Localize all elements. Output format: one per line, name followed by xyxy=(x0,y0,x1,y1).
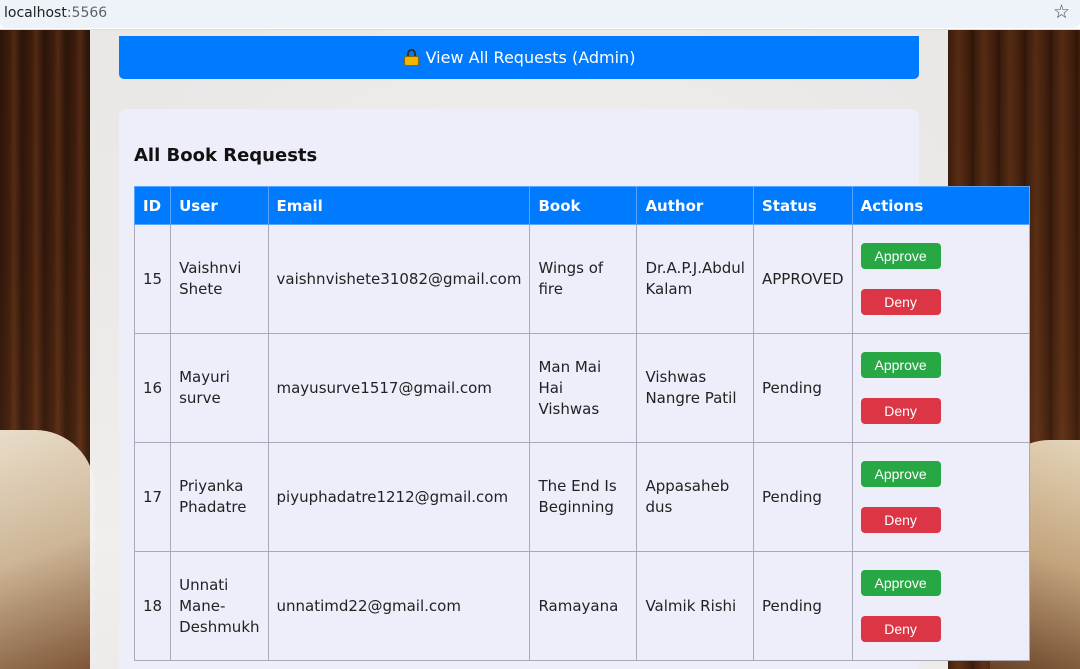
view-all-requests-label: View All Requests (Admin) xyxy=(425,48,636,67)
deny-button[interactable]: Deny xyxy=(860,507,941,533)
cell-book: The End Is Beginning xyxy=(529,442,638,552)
cell-actions: Approve Deny xyxy=(851,333,1030,443)
header-author: Author xyxy=(636,186,754,225)
approve-button[interactable]: Approve xyxy=(860,352,941,378)
cell-email: mayusurve1517@gmail.com xyxy=(267,333,531,443)
header-status: Status xyxy=(752,186,853,225)
url-text[interactable]: localhost:5566 xyxy=(4,5,107,21)
browser-bar: localhost:5566 ☆ xyxy=(0,0,1080,30)
cell-email: piyuphadatre1212@gmail.com xyxy=(267,442,531,552)
requests-table: ID User Email Book Author Status Actions… xyxy=(133,186,1030,661)
cell-book: Man Mai Hai Vishwas xyxy=(529,333,638,443)
cell-author: Vishwas Nangre Patil xyxy=(636,333,754,443)
cell-user: Unnati Mane-Deshmukh xyxy=(170,551,269,661)
header-actions: Actions xyxy=(851,186,1030,225)
cell-id: 16 xyxy=(133,333,172,443)
view-all-requests-button[interactable]: View All Requests (Admin) xyxy=(119,36,919,79)
table-header-row: ID User Email Book Author Status Actions xyxy=(133,186,1030,225)
header-user: User xyxy=(170,186,269,225)
cell-actions: Approve Deny xyxy=(851,551,1030,661)
cell-user: Priyanka Phadatre xyxy=(170,442,269,552)
cell-book: Wings of fire xyxy=(529,224,638,334)
cell-author: Dr.A.P.J.Abdul Kalam xyxy=(636,224,754,334)
cell-book: Ramayana xyxy=(529,551,638,661)
deny-button[interactable]: Deny xyxy=(860,616,941,642)
header-book: Book xyxy=(529,186,638,225)
deny-button[interactable]: Deny xyxy=(860,289,941,315)
cell-actions: Approve Deny xyxy=(851,442,1030,552)
table-row: 17 Priyanka Phadatre piyuphadatre1212@gm… xyxy=(133,442,1030,552)
table-row: 15 Vaishnvi Shete vaishnvishete31082@gma… xyxy=(133,224,1030,334)
cell-status: Pending xyxy=(752,551,853,661)
cell-status: Pending xyxy=(752,442,853,552)
cell-user: Vaishnvi Shete xyxy=(170,224,269,334)
cell-id: 17 xyxy=(133,442,172,552)
table-row: 16 Mayuri surve mayusurve1517@gmail.com … xyxy=(133,333,1030,443)
open-book-left xyxy=(0,430,95,669)
cell-author: Valmik Rishi xyxy=(636,551,754,661)
bookmark-star-icon[interactable]: ☆ xyxy=(1053,3,1070,23)
panel-title: All Book Requests xyxy=(134,145,318,166)
approve-button[interactable]: Approve xyxy=(860,570,941,596)
cell-email: unnatimd22@gmail.com xyxy=(267,551,531,661)
header-email: Email xyxy=(267,186,531,225)
cell-actions: Approve Deny xyxy=(851,224,1030,334)
cell-status: Pending xyxy=(752,333,853,443)
cell-id: 18 xyxy=(133,551,172,661)
cell-email: vaishnvishete31082@gmail.com xyxy=(267,224,531,334)
deny-button[interactable]: Deny xyxy=(860,398,941,424)
address-bar[interactable]: localhost:5566 ☆ xyxy=(0,0,1080,28)
header-id: ID xyxy=(133,186,172,225)
table-row: 18 Unnati Mane-Deshmukh unnatimd22@gmail… xyxy=(133,551,1030,661)
cell-id: 15 xyxy=(133,224,172,334)
approve-button[interactable]: Approve xyxy=(860,243,941,269)
cell-status: APPROVED xyxy=(752,224,853,334)
approve-button[interactable]: Approve xyxy=(860,461,941,487)
lock-icon xyxy=(403,49,420,66)
cell-author: Appasaheb dus xyxy=(636,442,754,552)
cell-user: Mayuri surve xyxy=(170,333,269,443)
